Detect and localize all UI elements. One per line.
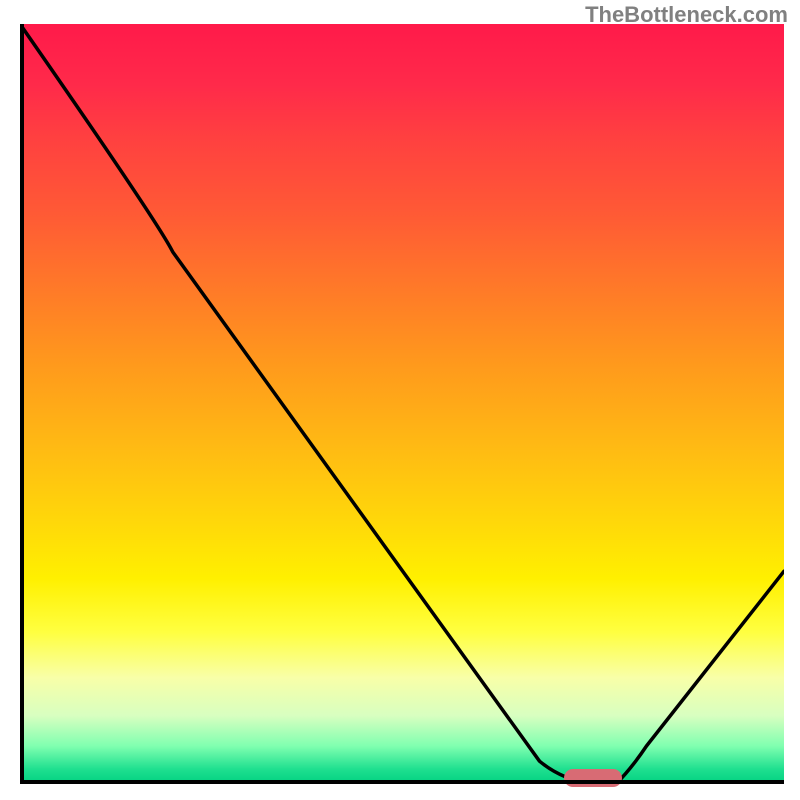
chart-container [20, 24, 784, 784]
watermark-text: TheBottleneck.com [585, 2, 788, 28]
optimal-marker [564, 769, 622, 787]
bottleneck-curve [20, 24, 784, 784]
